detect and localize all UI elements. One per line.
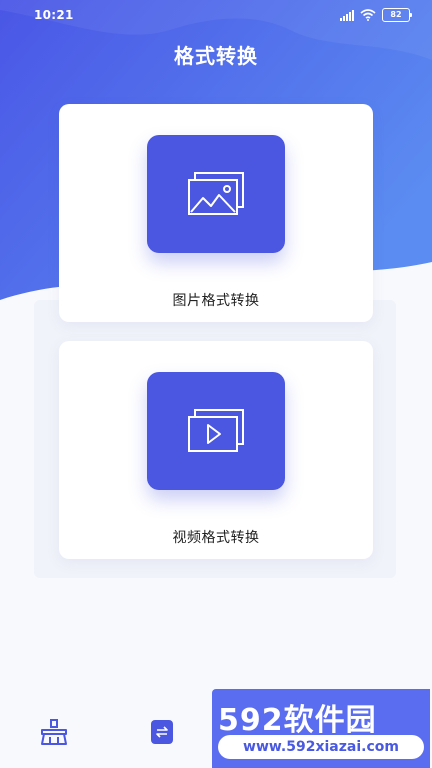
wifi-icon [360, 9, 376, 21]
watermark-url: www.592xiazai.com [218, 735, 424, 759]
watermark-title: 592软件园 [218, 703, 377, 738]
nav-clean[interactable] [37, 715, 71, 749]
status-bar: 10:21 82 [0, 0, 432, 30]
nav-convert[interactable] [145, 715, 179, 749]
image-convert-tile[interactable] [147, 135, 285, 253]
file-convert-icon [151, 720, 173, 744]
image-gallery-icon [188, 172, 244, 215]
battery-icon: 82 [382, 8, 412, 22]
status-icons: 82 [340, 8, 412, 22]
image-convert-card[interactable]: 图片格式转换 [59, 104, 373, 322]
watermark: 592软件园 www.592xiazai.com [212, 689, 430, 768]
video-play-icon [188, 409, 244, 452]
image-convert-label: 图片格式转换 [172, 293, 260, 309]
page-title: 格式转换 [174, 44, 258, 68]
video-convert-card[interactable]: 视频格式转换 [59, 341, 373, 559]
video-convert-label: 视频格式转换 [172, 530, 260, 546]
video-convert-tile[interactable] [147, 372, 285, 490]
status-time: 10:21 [34, 8, 74, 22]
broom-clean-icon [41, 719, 67, 745]
signal-icon [340, 9, 354, 21]
